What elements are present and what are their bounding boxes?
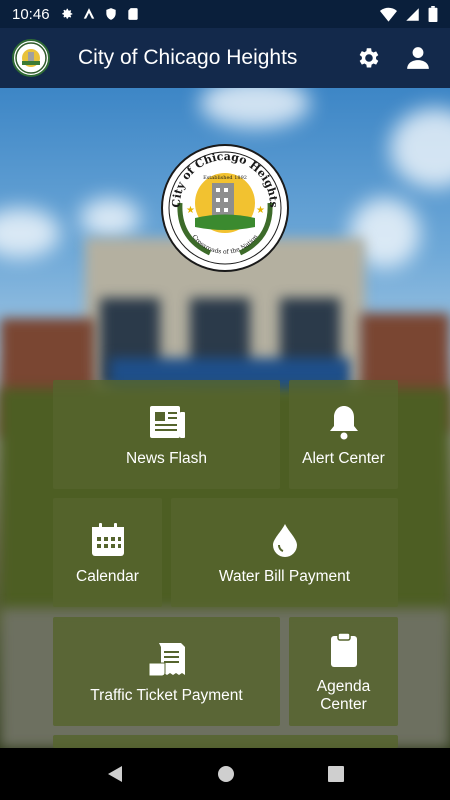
tile-water-bill-payment[interactable]: Water Bill Payment	[171, 498, 398, 607]
svg-text:★: ★	[256, 205, 265, 216]
city-seal-icon	[15, 42, 47, 74]
app-title: City of Chicago Heights	[78, 46, 298, 69]
settings-icon	[359, 48, 379, 68]
tile-label: Water Bill Payment	[218, 567, 351, 585]
calendar-icon	[88, 520, 128, 560]
tile-label: Alert Center	[302, 449, 385, 467]
svg-text:★: ★	[186, 205, 195, 216]
bell-icon	[324, 402, 364, 442]
tile-alert-center[interactable]: Alert Center	[289, 380, 398, 489]
battery-icon	[428, 6, 438, 22]
status-bar: 10:46	[0, 0, 450, 28]
app-bar: City of Chicago Heights	[0, 28, 450, 88]
tile-label: Traffic Ticket Payment	[90, 686, 243, 704]
cloud	[200, 88, 310, 128]
tile-label: News Flash	[126, 449, 207, 467]
cloud	[0, 208, 60, 258]
gear-icon	[61, 8, 72, 19]
clipboard-icon	[324, 630, 364, 670]
cloud	[80, 198, 140, 238]
back-icon[interactable]	[106, 765, 124, 783]
water-drop-icon	[265, 520, 305, 560]
app-logo[interactable]	[12, 39, 50, 77]
settings-button[interactable]	[348, 38, 388, 78]
cloud	[390, 108, 450, 188]
status-icons-left	[60, 7, 140, 21]
status-icons-right	[380, 6, 438, 22]
wifi-icon	[380, 7, 397, 22]
recents-icon[interactable]	[327, 766, 344, 782]
seal-established: Established 1892	[203, 175, 247, 181]
profile-button[interactable]	[398, 38, 438, 78]
tile-calendar[interactable]: Calendar	[53, 498, 162, 607]
tile-label: Calendar	[76, 567, 139, 585]
ticket-icon	[147, 639, 187, 679]
tile-label: Agenda Center	[316, 677, 371, 713]
tile-partial[interactable]	[53, 735, 398, 748]
newspaper-icon	[147, 402, 187, 442]
city-seal: ★ ★ City of Chicago Heights Established …	[161, 144, 289, 272]
vpn-icon	[83, 8, 94, 19]
status-time: 10:46	[12, 5, 50, 23]
sd-card-icon	[127, 8, 138, 20]
profile-icon	[407, 47, 429, 69]
nav-bar	[0, 748, 450, 800]
tile-traffic-ticket-payment[interactable]: Traffic Ticket Payment	[53, 617, 280, 726]
tile-news-flash[interactable]: News Flash	[53, 380, 280, 489]
signal-icon	[406, 7, 419, 21]
shield-icon	[105, 8, 116, 20]
tile-agenda-center[interactable]: Agenda Center	[289, 617, 398, 726]
home-icon[interactable]	[217, 765, 235, 783]
